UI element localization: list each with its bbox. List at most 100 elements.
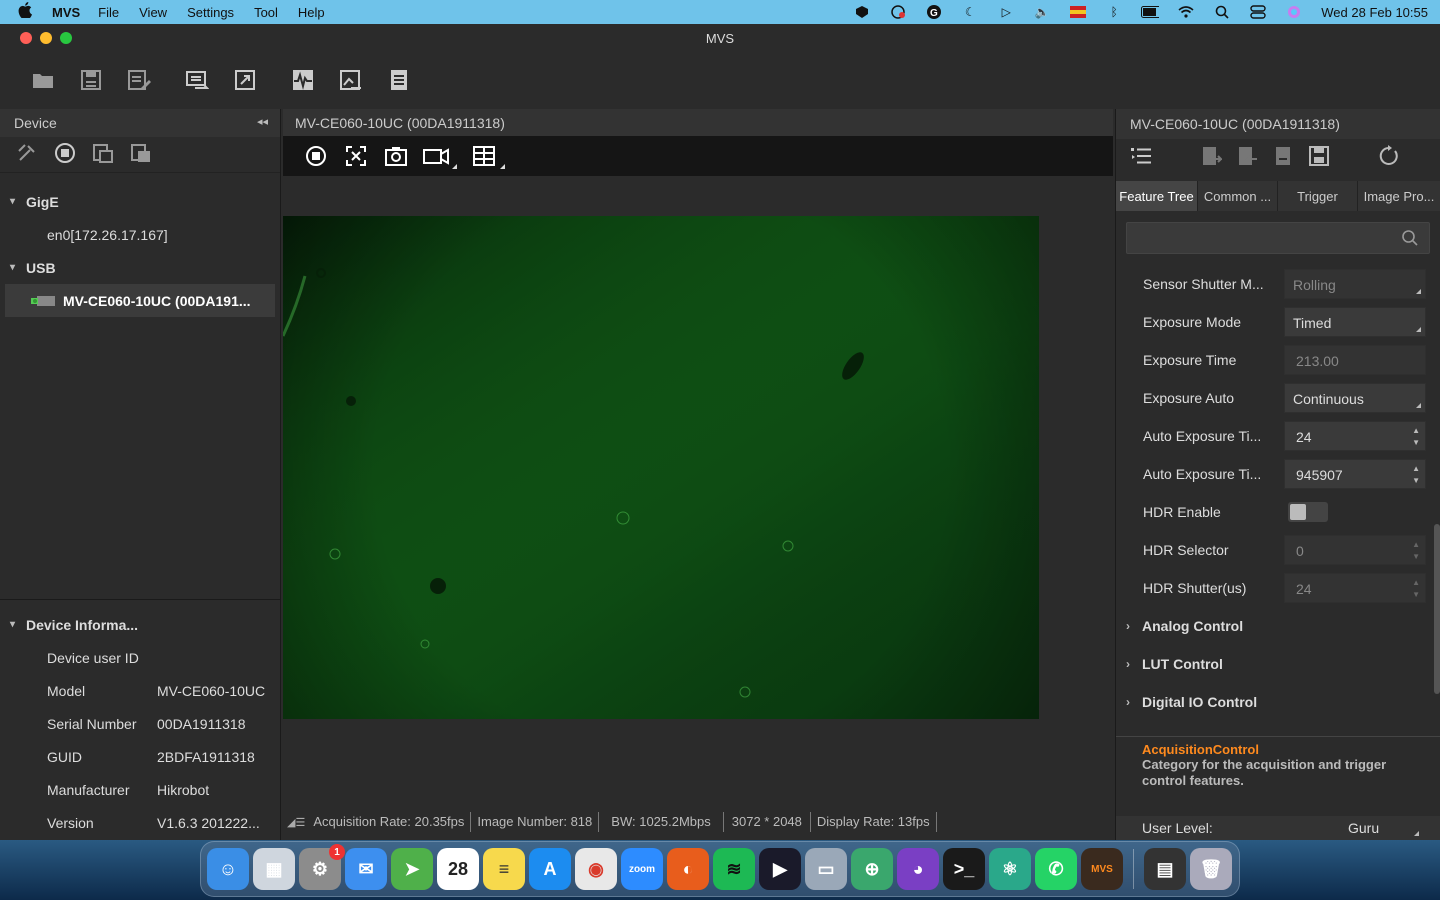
chevron-down-icon[interactable]: ▾	[10, 262, 26, 273]
hdr-enable-toggle[interactable]	[1288, 502, 1328, 522]
auto-ip-icon[interactable]	[16, 142, 38, 167]
category-digital-io-control[interactable]: › Digital IO Control	[1116, 683, 1440, 721]
stop-grab-icon[interactable]	[54, 142, 76, 167]
stepper-down-icon[interactable]: ▼	[1412, 438, 1420, 448]
dock-app-spotify[interactable]: ≋	[713, 848, 755, 890]
vpn-icon[interactable]	[889, 5, 907, 19]
dock-app-zoom[interactable]: zoom	[621, 848, 663, 890]
menu-tool[interactable]: Tool	[254, 5, 278, 20]
tree-item-interface[interactable]: en0[172.26.17.167]	[0, 218, 280, 251]
save-params-icon[interactable]	[1308, 145, 1330, 170]
stepper-down-icon[interactable]: ▼	[1412, 552, 1420, 562]
grammarly-icon[interactable]: G	[925, 5, 943, 19]
menu-help[interactable]: Help	[298, 5, 325, 20]
dropdown-arrow-icon[interactable]	[452, 164, 457, 169]
flag-icon[interactable]	[1069, 5, 1087, 19]
play-icon[interactable]: ▷	[997, 5, 1015, 19]
dock-app-finder[interactable]: ☺	[207, 848, 249, 890]
tree-group-gige[interactable]: ▾ GigE	[0, 185, 280, 218]
dock-app-network[interactable]: ⊕	[851, 848, 893, 890]
dock-app-atom[interactable]: ⚛	[989, 848, 1031, 890]
open-folder-icon[interactable]	[30, 67, 56, 93]
dock-app-whatsapp[interactable]: ✆	[1035, 848, 1077, 890]
statusbar-menu-icon[interactable]: ◢☰	[283, 816, 307, 829]
dock-app-chrome[interactable]: ◉	[575, 848, 617, 890]
dropdown-arrow-icon[interactable]	[500, 164, 505, 169]
dock-app-downloads[interactable]: ▤	[1144, 848, 1186, 890]
log-icon[interactable]	[386, 67, 412, 93]
dock-app-launchpad[interactable]: ▦	[253, 848, 295, 890]
tab-common[interactable]: Common ...	[1198, 181, 1278, 211]
close-window-button[interactable]	[20, 32, 32, 44]
hdr-selector-stepper[interactable]: 0 ▲ ▼	[1284, 535, 1426, 565]
image-edit-icon[interactable]	[338, 67, 364, 93]
tab-trigger[interactable]: Trigger	[1278, 181, 1358, 211]
dock-app-mvs[interactable]: MVS	[1081, 848, 1123, 890]
stepper-down-icon[interactable]: ▼	[1412, 476, 1420, 486]
tree-group-usb[interactable]: ▾ USB	[0, 251, 280, 284]
waveform-icon[interactable]	[290, 67, 316, 93]
connect-device-icon[interactable]	[92, 142, 114, 167]
shield-icon[interactable]	[853, 5, 871, 19]
dropdown-arrow-icon[interactable]	[1414, 831, 1419, 836]
wifi-icon[interactable]	[1177, 5, 1195, 19]
menu-view[interactable]: View	[139, 5, 167, 20]
siri-icon[interactable]	[1285, 5, 1303, 19]
device-info-header[interactable]: ▾ Device Informa...	[0, 608, 281, 641]
dock-app-firefox[interactable]: ◐	[667, 848, 709, 890]
dock-app-mail[interactable]: ✉	[345, 848, 387, 890]
sensor-shutter-select[interactable]: Rolling	[1284, 269, 1426, 299]
stop-acquisition-icon[interactable]	[303, 143, 329, 169]
bluetooth-icon[interactable]: ᛒ	[1105, 5, 1123, 19]
feature-search-input[interactable]	[1126, 222, 1430, 254]
stepper-up-icon[interactable]: ▲	[1412, 464, 1420, 474]
app-name-menu[interactable]: MVS	[52, 5, 80, 20]
dock-app-github[interactable]: ◕	[897, 848, 939, 890]
feature-scrollbar[interactable]	[1434, 524, 1440, 694]
collapse-panel-icon[interactable]: ◂◂	[257, 115, 268, 128]
dock-app-maps[interactable]: ➤	[391, 848, 433, 890]
fullscreen-icon[interactable]	[232, 67, 258, 93]
moon-icon[interactable]: ☾	[961, 5, 979, 19]
split-view-grid-icon[interactable]	[471, 143, 505, 169]
stepper-up-icon[interactable]: ▲	[1412, 426, 1420, 436]
exposure-time-field[interactable]: 213.00	[1284, 345, 1426, 375]
export-params-icon[interactable]	[1236, 145, 1258, 170]
exposure-mode-select[interactable]: Timed	[1284, 307, 1426, 337]
load-params-icon[interactable]	[1272, 145, 1294, 170]
dock-app-app-store[interactable]: A	[529, 848, 571, 890]
tree-item-usb-camera[interactable]: MV-CE060-10UC (00DA191...	[5, 284, 275, 317]
battery-icon[interactable]	[1141, 5, 1160, 19]
clock[interactable]: Wed 28 Feb 10:55	[1321, 5, 1428, 20]
snapshot-camera-icon[interactable]	[383, 143, 409, 169]
search-icon[interactable]	[1401, 229, 1419, 247]
auto-exposure-upper-stepper[interactable]: 945907 ▲ ▼	[1284, 459, 1426, 489]
chevron-down-icon[interactable]: ▾	[10, 619, 26, 630]
minimize-window-button[interactable]	[40, 32, 52, 44]
auto-exposure-lower-stepper[interactable]: 24 ▲ ▼	[1284, 421, 1426, 451]
dock-app-system-settings[interactable]: ⚙ 1	[299, 844, 345, 890]
stepper-up-icon[interactable]: ▲	[1412, 540, 1420, 550]
tree-view-icon[interactable]	[1130, 145, 1152, 170]
menu-file[interactable]: File	[98, 5, 119, 20]
dock-app-trash[interactable]: 🗑	[1190, 848, 1232, 890]
apple-icon[interactable]	[18, 2, 38, 22]
exposure-auto-select[interactable]: Continuous	[1284, 383, 1426, 413]
dock-app-calendar[interactable]: 28	[437, 848, 479, 890]
camera-live-image[interactable]	[283, 216, 1039, 719]
control-center-icon[interactable]	[1249, 5, 1267, 19]
tab-feature-tree[interactable]: Feature Tree	[1116, 181, 1198, 211]
stepper-down-icon[interactable]: ▼	[1412, 590, 1420, 600]
switch-view-icon[interactable]	[184, 67, 210, 93]
save-icon[interactable]	[78, 67, 104, 93]
chevron-down-icon[interactable]: ▾	[10, 196, 26, 207]
hdr-shutter-stepper[interactable]: 24 ▲ ▼	[1284, 573, 1426, 603]
dock-app-cursor[interactable]: ▶	[759, 848, 801, 890]
stepper-up-icon[interactable]: ▲	[1412, 578, 1420, 588]
user-level-select[interactable]: Guru	[1348, 820, 1379, 836]
record-video-icon[interactable]	[423, 143, 457, 169]
zoom-window-button[interactable]	[60, 32, 72, 44]
chevron-right-icon[interactable]: ›	[1116, 619, 1142, 633]
save-as-icon[interactable]	[126, 67, 152, 93]
category-lut-control[interactable]: › LUT Control	[1116, 645, 1440, 683]
